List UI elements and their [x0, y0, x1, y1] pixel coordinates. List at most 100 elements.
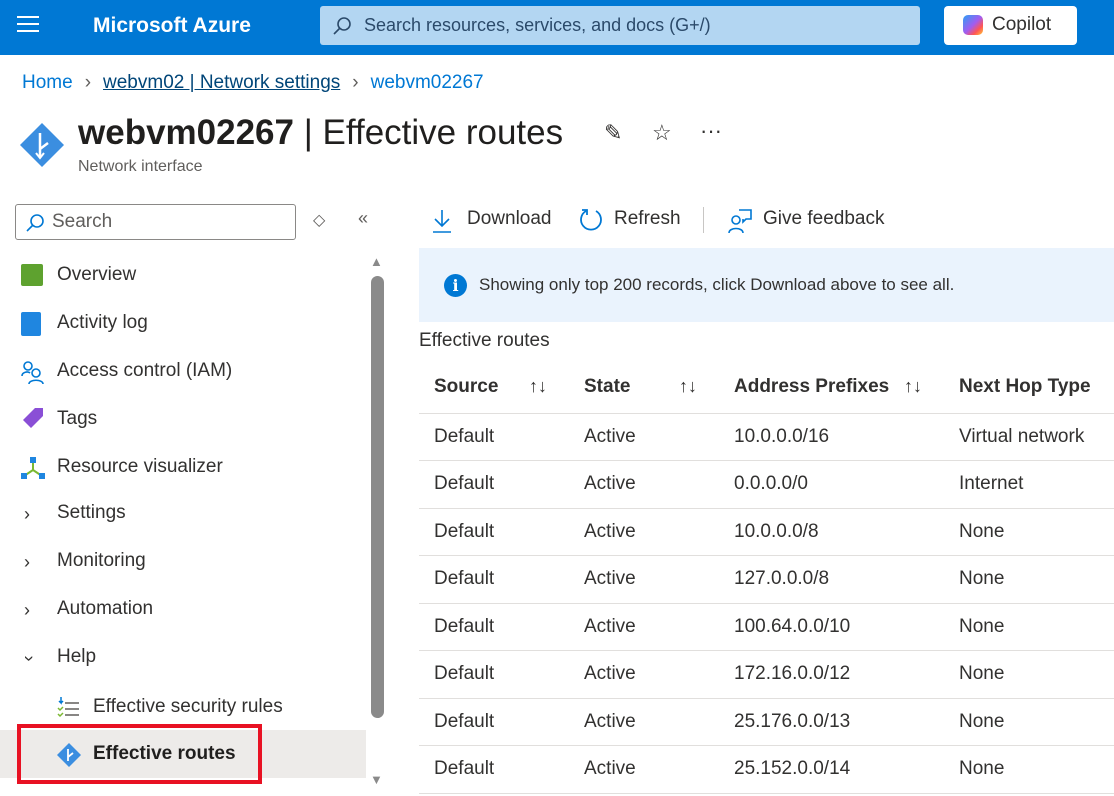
sidebar-search-input[interactable]: Search — [15, 204, 296, 240]
sidebar-item-resource-visualizer[interactable]: Resource visualizer — [0, 443, 366, 491]
scroll-up-icon[interactable]: ▲ — [370, 254, 383, 269]
breadcrumb-network-settings[interactable]: webvm02 | Network settings — [103, 72, 340, 93]
expand-collapse-icon[interactable]: ◇ — [313, 210, 325, 230]
column-state[interactable]: State ↑↓ — [569, 362, 719, 414]
column-address-prefixes[interactable]: Address Prefixes ↑↓ — [719, 362, 944, 414]
table-cell: Default — [419, 650, 569, 699]
table-cell: Active — [569, 698, 719, 746]
sidebar-group-settings[interactable]: › Settings — [0, 489, 366, 537]
table-cell: Internet — [944, 460, 1114, 509]
sidebar-group-monitoring[interactable]: › Monitoring — [0, 537, 366, 585]
table-cell: Active — [569, 460, 719, 509]
download-button[interactable]: Download — [431, 208, 552, 233]
page-title: webvm02267 | Effective routes — [78, 113, 564, 152]
label: Tags — [57, 408, 98, 429]
info-text: Showing only top 200 records, click Down… — [479, 275, 955, 294]
table-cell: Default — [419, 698, 569, 746]
table-cell: Default — [419, 745, 569, 794]
table-row[interactable]: Default Active 100.64.0.0/10 None — [419, 603, 1114, 651]
table-cell: 0.0.0.0/0 — [719, 460, 944, 509]
label: Help — [57, 646, 97, 667]
chevron-right-icon: › — [24, 504, 30, 524]
table-row[interactable]: Default Active 0.0.0.0/0 Internet — [419, 460, 1114, 509]
table-cell: Active — [569, 650, 719, 699]
security-rules-icon — [57, 697, 79, 718]
give-feedback-button[interactable]: Give feedback — [727, 208, 885, 234]
table-cell: Active — [569, 603, 719, 651]
table-cell: None — [944, 745, 1114, 794]
pin-icon[interactable]: ✎ — [604, 120, 622, 146]
table-cell: 172.16.0.0/12 — [719, 650, 944, 699]
copilot-label: Copilot — [992, 14, 1052, 35]
chevron-down-icon: › — [19, 655, 40, 662]
top-bar: Microsoft Azure Search resources, servic… — [0, 0, 1114, 55]
scroll-down-icon[interactable]: ▼ — [370, 772, 383, 787]
table-cell: 10.0.0.0/8 — [719, 508, 944, 556]
table-row[interactable]: Default Active 10.0.0.0/16 Virtual network — [419, 413, 1114, 461]
search-placeholder: Search resources, services, and docs (G+… — [364, 15, 711, 35]
visualizer-icon — [21, 457, 45, 479]
table-cell: Active — [569, 555, 719, 604]
sidebar-item-activity-log[interactable]: Activity log — [0, 299, 366, 347]
breadcrumb-nic[interactable]: webvm02267 — [371, 72, 484, 93]
star-icon[interactable]: ☆ — [652, 120, 672, 146]
refresh-button[interactable]: Refresh — [578, 208, 681, 231]
table-cell: Default — [419, 460, 569, 509]
table-row[interactable]: Default Active 10.0.0.0/8 None — [419, 508, 1114, 556]
table-row[interactable]: Default Active 127.0.0.0/8 None — [419, 555, 1114, 604]
chevron-right-icon: › — [24, 552, 30, 572]
info-banner: i Showing only top 200 records, click Dow… — [419, 248, 1114, 322]
table-cell: 25.176.0.0/13 — [719, 698, 944, 746]
table-cell: Virtual network — [944, 413, 1114, 461]
table-cell: 25.152.0.0/14 — [719, 745, 944, 794]
sidebar-item-overview[interactable]: Overview — [0, 251, 366, 299]
network-interface-icon — [20, 123, 64, 167]
breadcrumb-home[interactable]: Home — [22, 72, 73, 93]
download-icon — [433, 210, 451, 233]
sort-icon[interactable]: ↑↓ — [904, 376, 922, 397]
label: Access control (IAM) — [57, 360, 233, 381]
menu-icon[interactable] — [17, 16, 39, 36]
info-icon: i — [444, 274, 467, 297]
toolbar-divider — [703, 207, 704, 233]
label: Give feedback — [763, 208, 885, 229]
page-subtitle: Network interface — [78, 158, 203, 175]
scrollbar-thumb[interactable] — [371, 276, 384, 718]
sidebar-item-tags[interactable]: Tags — [0, 395, 366, 443]
table-row[interactable]: Default Active 25.176.0.0/13 None — [419, 698, 1114, 746]
sort-icon[interactable]: ↑↓ — [529, 376, 547, 397]
table-cell: 100.64.0.0/10 — [719, 603, 944, 651]
sort-icon[interactable]: ↑↓ — [679, 376, 697, 397]
label: Effective security rules — [93, 696, 283, 717]
table-header-row: Source ↑↓ State ↑↓ Address Prefixes ↑↓ Next… — [419, 362, 1114, 414]
sidebar-group-help[interactable]: › Help — [0, 633, 366, 681]
chevron-right-icon: › — [352, 72, 359, 93]
table-row[interactable]: Default Active 172.16.0.0/12 None — [419, 650, 1114, 699]
search-icon — [26, 214, 44, 232]
table-cell: None — [944, 650, 1114, 699]
more-icon[interactable]: ··· — [700, 118, 722, 144]
sidebar-group-automation[interactable]: › Automation — [0, 585, 366, 633]
column-next-hop-type[interactable]: Next Hop Type — [944, 362, 1114, 414]
brand[interactable]: Microsoft Azure — [93, 14, 251, 38]
global-search-input[interactable]: Search resources, services, and docs (G+… — [320, 6, 920, 45]
table-cell: 10.0.0.0/16 — [719, 413, 944, 461]
overview-icon — [21, 264, 43, 286]
label: Activity log — [57, 312, 148, 333]
column-source[interactable]: Source ↑↓ — [419, 362, 569, 414]
copilot-button[interactable]: Copilot — [944, 6, 1077, 45]
label: Monitoring — [57, 550, 146, 571]
label: Automation — [57, 598, 154, 619]
breadcrumb: Home › webvm02 | Network settings › webvm022… — [22, 72, 492, 94]
routes-table: Source ↑↓ State ↑↓ Address Prefixes ↑↓ Next… — [419, 362, 1114, 794]
table-row[interactable]: Default Active 25.152.0.0/14 None — [419, 745, 1114, 794]
label: Overview — [57, 264, 137, 285]
sidebar-item-access-control[interactable]: Access control (IAM) — [0, 347, 366, 395]
collapse-sidebar-icon[interactable]: « — [358, 208, 368, 229]
table-cell: Default — [419, 603, 569, 651]
sidebar-scrollbar[interactable]: ▲ ▼ — [369, 252, 387, 792]
copilot-icon — [963, 15, 983, 35]
label: Download — [467, 208, 552, 229]
chevron-right-icon: › — [84, 72, 92, 93]
table-cell: Active — [569, 413, 719, 461]
